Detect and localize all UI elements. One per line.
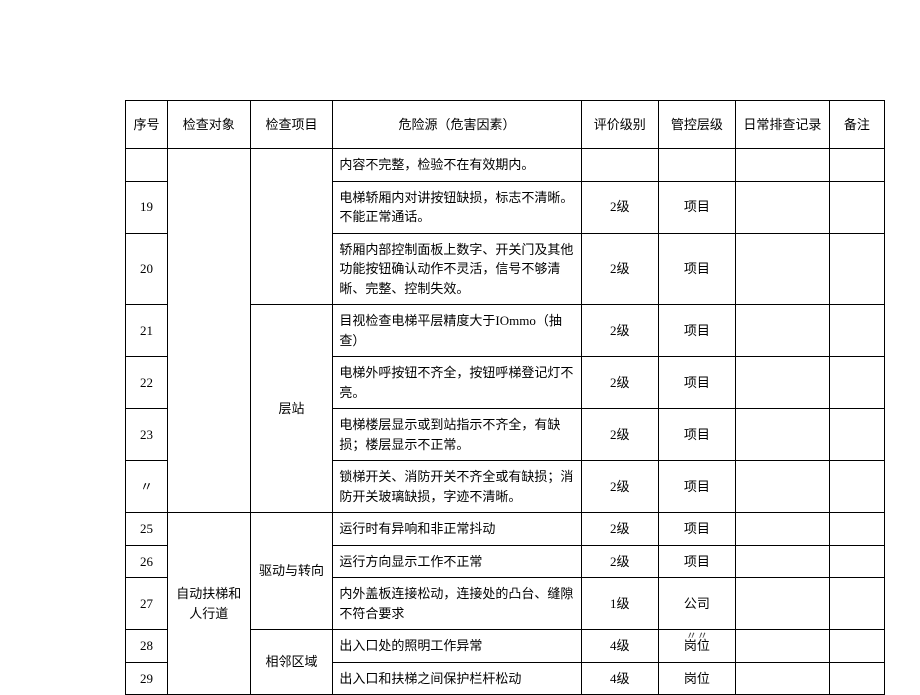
- cell-item-implicit: [250, 149, 333, 305]
- cell-level: 2级: [581, 461, 658, 513]
- cell-hazard: 目视检查电梯平层精度大于IOmmo（抽查）: [333, 305, 581, 357]
- cell-control: 项目: [658, 181, 735, 233]
- cell-remark: [829, 409, 884, 461]
- cell-record: [736, 662, 830, 695]
- cell-seq: 28: [126, 630, 168, 663]
- cell-hazard: 电梯楼层显示或到站指示不齐全，有缺损；楼层显示不正常。: [333, 409, 581, 461]
- cell-level: 2级: [581, 233, 658, 305]
- header-record: 日常排查记录: [736, 101, 830, 149]
- cell-record: [736, 233, 830, 305]
- cell-hazard: 电梯轿厢内对讲按钮缺损，标志不清晰。不能正常通话。: [333, 181, 581, 233]
- cell-control: 项目: [658, 513, 735, 546]
- header-hazard: 危险源（危害因素）: [333, 101, 581, 149]
- cell-record: [736, 578, 830, 630]
- cell-control: 项目: [658, 545, 735, 578]
- cell-record: [736, 630, 830, 663]
- cell-control-overlap: 〃〃: [659, 628, 735, 645]
- cell-record: [736, 305, 830, 357]
- table-row: 内容不完整，检验不在有效期内。: [126, 149, 885, 182]
- cell-hazard: 运行方向显示工作不正常: [333, 545, 581, 578]
- cell-seq: 22: [126, 357, 168, 409]
- header-obj: 检查对象: [167, 101, 250, 149]
- cell-seq: 29: [126, 662, 168, 695]
- cell-level: 2级: [581, 513, 658, 546]
- cell-seq: 〃: [126, 461, 168, 513]
- inspection-table: 序号 检查对象 检查项目 危险源（危害因素） 评价级别 管控层级 日常排查记录 …: [125, 100, 885, 695]
- cell-obj-implicit: [167, 149, 250, 513]
- cell-record: [736, 513, 830, 546]
- cell-level: 2级: [581, 357, 658, 409]
- cell-obj-escalator: 自动扶梯和人行道: [167, 513, 250, 695]
- cell-control: 项目: [658, 461, 735, 513]
- header-remark: 备注: [829, 101, 884, 149]
- cell-level: 4级: [581, 662, 658, 695]
- header-control: 管控层级: [658, 101, 735, 149]
- cell-seq: 25: [126, 513, 168, 546]
- cell-record: [736, 461, 830, 513]
- cell-hazard: 内外盖板连接松动，连接处的凸台、缝隙不符合要求: [333, 578, 581, 630]
- cell-record: [736, 149, 830, 182]
- cell-record: [736, 181, 830, 233]
- cell-item-layerstation: 层站: [250, 305, 333, 513]
- cell-remark: [829, 578, 884, 630]
- table-header-row: 序号 检查对象 检查项目 危险源（危害因素） 评价级别 管控层级 日常排查记录 …: [126, 101, 885, 149]
- cell-seq: 26: [126, 545, 168, 578]
- cell-item-adjacent: 相邻区域: [250, 630, 333, 695]
- cell-remark: [829, 305, 884, 357]
- cell-record: [736, 545, 830, 578]
- cell-remark: [829, 149, 884, 182]
- cell-seq: 21: [126, 305, 168, 357]
- header-level: 评价级别: [581, 101, 658, 149]
- cell-hazard: 锁梯开关、消防开关不齐全或有缺损；消防开关玻璃缺损，字迹不清晰。: [333, 461, 581, 513]
- cell-remark: [829, 357, 884, 409]
- header-item: 检查项目: [250, 101, 333, 149]
- cell-remark: [829, 545, 884, 578]
- cell-remark: [829, 662, 884, 695]
- cell-seq: 27: [126, 578, 168, 630]
- cell-control: 公司: [658, 578, 735, 630]
- cell-record: [736, 409, 830, 461]
- cell-control: 项目: [658, 233, 735, 305]
- cell-control: [658, 149, 735, 182]
- cell-level: 1级: [581, 578, 658, 630]
- cell-level: 2级: [581, 409, 658, 461]
- cell-record: [736, 357, 830, 409]
- cell-seq: 20: [126, 233, 168, 305]
- table-row: 25 自动扶梯和人行道 驱动与转向 运行时有异响和非正常抖动 2级 项目: [126, 513, 885, 546]
- cell-level: 2级: [581, 545, 658, 578]
- cell-level: 4级: [581, 630, 658, 663]
- cell-seq: 19: [126, 181, 168, 233]
- cell-hazard: 电梯外呼按钮不齐全，按钮呼梯登记灯不亮。: [333, 357, 581, 409]
- cell-level: 2级: [581, 181, 658, 233]
- cell-level: [581, 149, 658, 182]
- cell-control: 项目: [658, 305, 735, 357]
- cell-seq: 23: [126, 409, 168, 461]
- cell-control: 岗位: [658, 662, 735, 695]
- cell-seq: [126, 149, 168, 182]
- cell-hazard: 出入口和扶梯之间保护栏杆松动: [333, 662, 581, 695]
- cell-remark: [829, 181, 884, 233]
- cell-level: 2级: [581, 305, 658, 357]
- cell-hazard: 出入口处的照明工作异常: [333, 630, 581, 663]
- cell-remark: [829, 461, 884, 513]
- cell-remark: [829, 233, 884, 305]
- cell-hazard: 运行时有异响和非正常抖动: [333, 513, 581, 546]
- cell-remark: [829, 630, 884, 663]
- inspection-table-container: 序号 检查对象 检查项目 危险源（危害因素） 评价级别 管控层级 日常排查记录 …: [125, 100, 885, 695]
- header-seq: 序号: [126, 101, 168, 149]
- cell-control: 项目: [658, 409, 735, 461]
- cell-control: 〃〃 岗位: [658, 630, 735, 663]
- cell-item-drive: 驱动与转向: [250, 513, 333, 630]
- cell-hazard: 内容不完整，检验不在有效期内。: [333, 149, 581, 182]
- cell-control: 项目: [658, 357, 735, 409]
- cell-hazard: 轿厢内部控制面板上数字、开关门及其他功能按钮确认动作不灵活，信号不够清晰、完整、…: [333, 233, 581, 305]
- cell-remark: [829, 513, 884, 546]
